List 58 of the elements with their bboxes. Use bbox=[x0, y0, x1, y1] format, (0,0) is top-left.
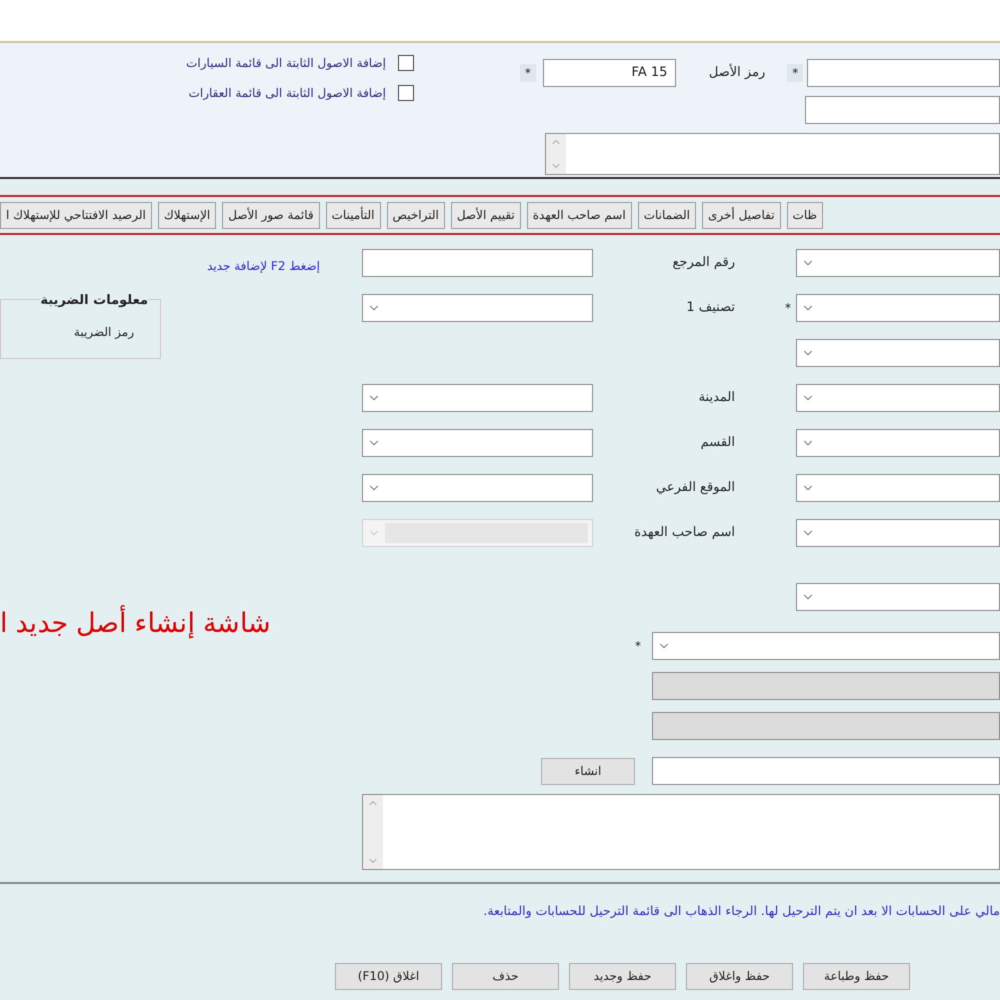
dropdown[interactable] bbox=[362, 429, 593, 457]
add-new-link[interactable]: إضغط F2 لإضافة جديد bbox=[207, 257, 320, 275]
dropdown[interactable] bbox=[796, 429, 1000, 457]
input-field[interactable]: FA 15 bbox=[542, 59, 676, 87]
dropdown[interactable] bbox=[796, 519, 1000, 547]
input-field[interactable] bbox=[805, 96, 1000, 124]
action-button[interactable]: حذف bbox=[452, 962, 559, 990]
tab[interactable]: ظات bbox=[786, 202, 824, 228]
action-button[interactable]: حفظ وجديد bbox=[569, 962, 676, 990]
scrollbar[interactable] bbox=[546, 134, 566, 174]
tab[interactable]: الضمانات bbox=[638, 202, 696, 228]
tax-code-label: رمز الضريبة bbox=[74, 324, 134, 341]
required-mark: * bbox=[785, 300, 791, 317]
dropdown[interactable] bbox=[796, 384, 1000, 412]
field-label: المدينة bbox=[698, 389, 735, 408]
field-label: اسم صاحب العهدة bbox=[634, 524, 735, 542]
text-area[interactable] bbox=[362, 794, 1000, 870]
required-mark: * bbox=[520, 64, 536, 82]
input-field[interactable] bbox=[652, 757, 1000, 785]
scrollbar[interactable] bbox=[363, 795, 383, 869]
required-mark: * bbox=[635, 638, 641, 655]
tab[interactable]: قائمة صور الأصل bbox=[222, 202, 320, 228]
tab[interactable]: الرصيد الافتتاحي للإستهلاك ا bbox=[0, 202, 152, 228]
dropdown[interactable] bbox=[796, 249, 1000, 277]
dropdown[interactable] bbox=[796, 474, 1000, 502]
dropdown[interactable] bbox=[796, 583, 1000, 611]
dropdown[interactable] bbox=[362, 474, 593, 502]
panel-title: معلومات الضريبة bbox=[40, 291, 148, 310]
required-mark: * bbox=[787, 64, 804, 82]
text-area[interactable] bbox=[545, 133, 1000, 175]
input-field[interactable] bbox=[362, 249, 593, 277]
checkbox-label: إضافة الاصول الثابتة الى قائمة العقارات bbox=[188, 85, 386, 102]
tab[interactable]: تفاصيل أخرى bbox=[702, 202, 781, 228]
checkbox[interactable] bbox=[398, 55, 414, 71]
field-label: تصنيف 1 bbox=[686, 299, 735, 318]
dropdown[interactable] bbox=[796, 339, 1000, 367]
action-button[interactable]: حفظ وطباعة bbox=[803, 962, 910, 990]
input-field[interactable] bbox=[807, 59, 1000, 87]
field-label: رقم المرجع bbox=[672, 254, 735, 272]
info-message: مالي على الحسابات الا بعد ان يتم الترحيل لها. الرجاء الذهاب الى قائمة الترحيل للحسابات والمتابعة. bbox=[483, 902, 1000, 920]
dropdown[interactable] bbox=[362, 294, 593, 322]
dropdown[interactable] bbox=[362, 384, 593, 412]
tab[interactable]: اسم صاحب العهدة bbox=[526, 202, 632, 228]
field-label: رمز الأصل bbox=[708, 63, 766, 82]
checkbox-label: إضافة الاصول الثابتة الى قائمة السيارات bbox=[186, 55, 386, 72]
field-label: القسم bbox=[700, 434, 735, 452]
screen-caption: شاشة إنشاء أصل جديد ا bbox=[0, 603, 272, 644]
action-button[interactable]: اغلاق (F10) bbox=[335, 962, 442, 990]
tab[interactable]: التأمينات bbox=[326, 202, 381, 228]
tab[interactable]: التراخيص bbox=[386, 202, 445, 228]
action-button[interactable]: حفظ واغلاق bbox=[686, 962, 793, 990]
tab[interactable]: الإستهلاك bbox=[158, 202, 216, 228]
checkbox[interactable] bbox=[398, 85, 414, 101]
tab[interactable]: تقييم الأصل bbox=[450, 202, 521, 228]
dropdown[interactable] bbox=[796, 294, 1000, 322]
field-label: الموقع الفرعي bbox=[656, 479, 735, 498]
dropdown[interactable] bbox=[652, 632, 1000, 660]
create-button[interactable]: انشاء bbox=[541, 758, 635, 784]
